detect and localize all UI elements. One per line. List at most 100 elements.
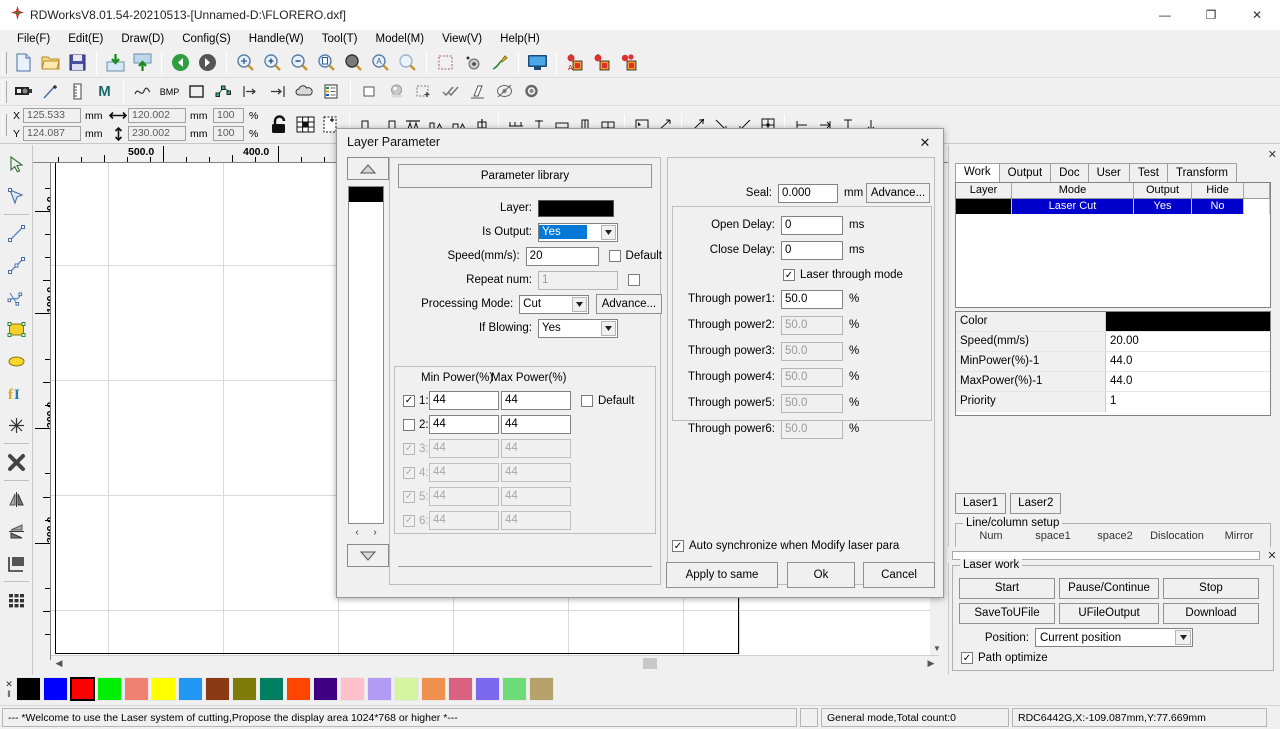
- save-to-ufile-button[interactable]: SaveToUFile: [959, 603, 1055, 624]
- open-file-icon[interactable]: [37, 50, 64, 75]
- array-text-icon[interactable]: A: [562, 50, 589, 75]
- node-edit-icon[interactable]: [210, 79, 237, 104]
- layer-list-icon[interactable]: [318, 79, 345, 104]
- layer-list-item[interactable]: [349, 187, 383, 202]
- y-position-input[interactable]: 124.087: [23, 126, 81, 141]
- chevron-down-icon[interactable]: [571, 296, 587, 312]
- width-input[interactable]: 120.002: [128, 108, 186, 123]
- redo-icon[interactable]: [194, 50, 221, 75]
- anchor-grid-icon[interactable]: [292, 111, 318, 139]
- power-row-2-checkbox[interactable]: [403, 418, 415, 431]
- if-blowing-select[interactable]: Yes: [538, 318, 618, 338]
- start-button[interactable]: Start: [959, 578, 1055, 599]
- palette-swatch[interactable]: [421, 677, 446, 701]
- import-icon[interactable]: [102, 50, 129, 75]
- bmp-icon[interactable]: BMP: [156, 79, 183, 104]
- frame-icon[interactable]: [432, 50, 459, 75]
- palette-swatch[interactable]: [448, 677, 473, 701]
- table-row[interactable]: Laser Cut Yes No: [956, 199, 1270, 214]
- layer-next-icon[interactable]: ›: [373, 527, 376, 538]
- laser2-button[interactable]: Laser2: [1010, 493, 1062, 514]
- vscroll-down-arrow[interactable]: ▼: [931, 641, 944, 655]
- power-row-1-checkbox[interactable]: ✓: [403, 394, 415, 407]
- menu-item-model[interactable]: Model(M): [367, 31, 434, 47]
- align-left-edge-icon[interactable]: [237, 79, 264, 104]
- chevron-down-icon[interactable]: [601, 320, 616, 336]
- cloud-offset-icon[interactable]: [291, 79, 318, 104]
- position-select[interactable]: Current position: [1035, 628, 1193, 647]
- pause-continue-button[interactable]: Pause/Continue: [1059, 578, 1159, 599]
- rect-icon[interactable]: [183, 79, 210, 104]
- tab-output[interactable]: Output: [998, 163, 1052, 183]
- curve-icon[interactable]: [129, 79, 156, 104]
- rectangle-icon[interactable]: [2, 313, 31, 345]
- zoom-pan-icon[interactable]: [232, 50, 259, 75]
- palette-swatch[interactable]: [151, 677, 176, 701]
- chevron-down-icon[interactable]: [1175, 630, 1191, 645]
- toolbar-grip[interactable]: [2, 80, 7, 103]
- ufile-output-button[interactable]: UFileOutput: [1059, 603, 1159, 624]
- palette-swatch[interactable]: [205, 677, 230, 701]
- path-optimize-checkbox[interactable]: ✓: [961, 652, 973, 664]
- zoom-in-icon[interactable]: [259, 50, 286, 75]
- height-input[interactable]: 230.002: [128, 126, 186, 141]
- palette-swatch[interactable]: [502, 677, 527, 701]
- layer-table[interactable]: Layer Mode Output Hide Laser Cut Yes No: [955, 182, 1271, 308]
- parameter-library-button[interactable]: Parameter library: [398, 164, 652, 188]
- lock-aspect-icon[interactable]: [266, 111, 292, 139]
- zoom-page-icon[interactable]: [313, 50, 340, 75]
- menu-item-view[interactable]: View(V): [433, 31, 491, 47]
- origin-icon[interactable]: [459, 50, 486, 75]
- array-copy-icon[interactable]: [589, 50, 616, 75]
- menu-item-file[interactable]: File(F): [8, 31, 59, 47]
- palette-swatch[interactable]: [97, 677, 122, 701]
- menu-item-edit[interactable]: Edit(E): [59, 31, 112, 47]
- palette-swatch[interactable]: [529, 677, 554, 701]
- model-m-icon[interactable]: M: [91, 79, 118, 104]
- layer-list-hscroll[interactable]: ‹ ›: [348, 524, 384, 540]
- slant-icon[interactable]: [464, 79, 491, 104]
- menu-item-help[interactable]: Help(H): [491, 31, 549, 47]
- speed-input[interactable]: 20: [525, 246, 600, 266]
- laser-through-mode-checkbox[interactable]: ✓: [783, 269, 795, 281]
- splitter-close-icon[interactable]: ✕: [1264, 549, 1280, 562]
- measure-icon[interactable]: [64, 79, 91, 104]
- camera-icon[interactable]: [10, 79, 37, 104]
- check-all-icon[interactable]: [437, 79, 464, 104]
- palette-swatch[interactable]: [178, 677, 203, 701]
- menu-item-config[interactable]: Config(S): [173, 31, 240, 47]
- seal-input[interactable]: 0.000: [778, 183, 838, 203]
- palette-swatch[interactable]: [16, 677, 41, 701]
- auto-sync-checkbox[interactable]: ✓: [672, 540, 684, 552]
- preview-eye-icon[interactable]: [491, 79, 518, 104]
- hscroll-thumb[interactable]: [643, 658, 657, 669]
- path-optimize-row[interactable]: ✓ Path optimize: [961, 652, 1048, 664]
- pen-tool-icon[interactable]: [486, 50, 513, 75]
- maximize-button[interactable]: ❐: [1188, 0, 1234, 30]
- line-icon[interactable]: [2, 217, 31, 249]
- node-select-icon[interactable]: [2, 180, 31, 212]
- select-arrow-icon[interactable]: [2, 148, 31, 180]
- panel-close-icon[interactable]: ✕: [1268, 148, 1277, 161]
- palette-swatch[interactable]: [124, 677, 149, 701]
- monitor-preview-icon[interactable]: [524, 50, 551, 75]
- x-position-input[interactable]: 125.533: [23, 108, 81, 123]
- save-file-icon[interactable]: [64, 50, 91, 75]
- select-box-icon[interactable]: [356, 79, 383, 104]
- polyline-icon[interactable]: [2, 249, 31, 281]
- is-output-select[interactable]: Yes: [538, 222, 618, 242]
- layer-prev-icon[interactable]: ‹: [355, 527, 358, 538]
- dialog-close-button[interactable]: ✕: [913, 133, 937, 153]
- node-add-icon[interactable]: [37, 79, 64, 104]
- repeat-num-input[interactable]: 1: [538, 270, 618, 290]
- scroll-down-button[interactable]: [347, 544, 389, 567]
- export-icon[interactable]: [129, 50, 156, 75]
- open-delay-input[interactable]: 0: [781, 215, 843, 235]
- tab-transform[interactable]: Transform: [1166, 163, 1237, 183]
- palette-swatch[interactable]: [43, 677, 68, 701]
- mirror-vertical-icon[interactable]: [2, 515, 31, 547]
- cancel-button[interactable]: Cancel: [863, 562, 935, 588]
- zoom-all-icon[interactable]: A: [367, 50, 394, 75]
- text-tool-icon[interactable]: fI: [2, 377, 31, 409]
- menu-item-draw[interactable]: Draw(D): [112, 31, 173, 47]
